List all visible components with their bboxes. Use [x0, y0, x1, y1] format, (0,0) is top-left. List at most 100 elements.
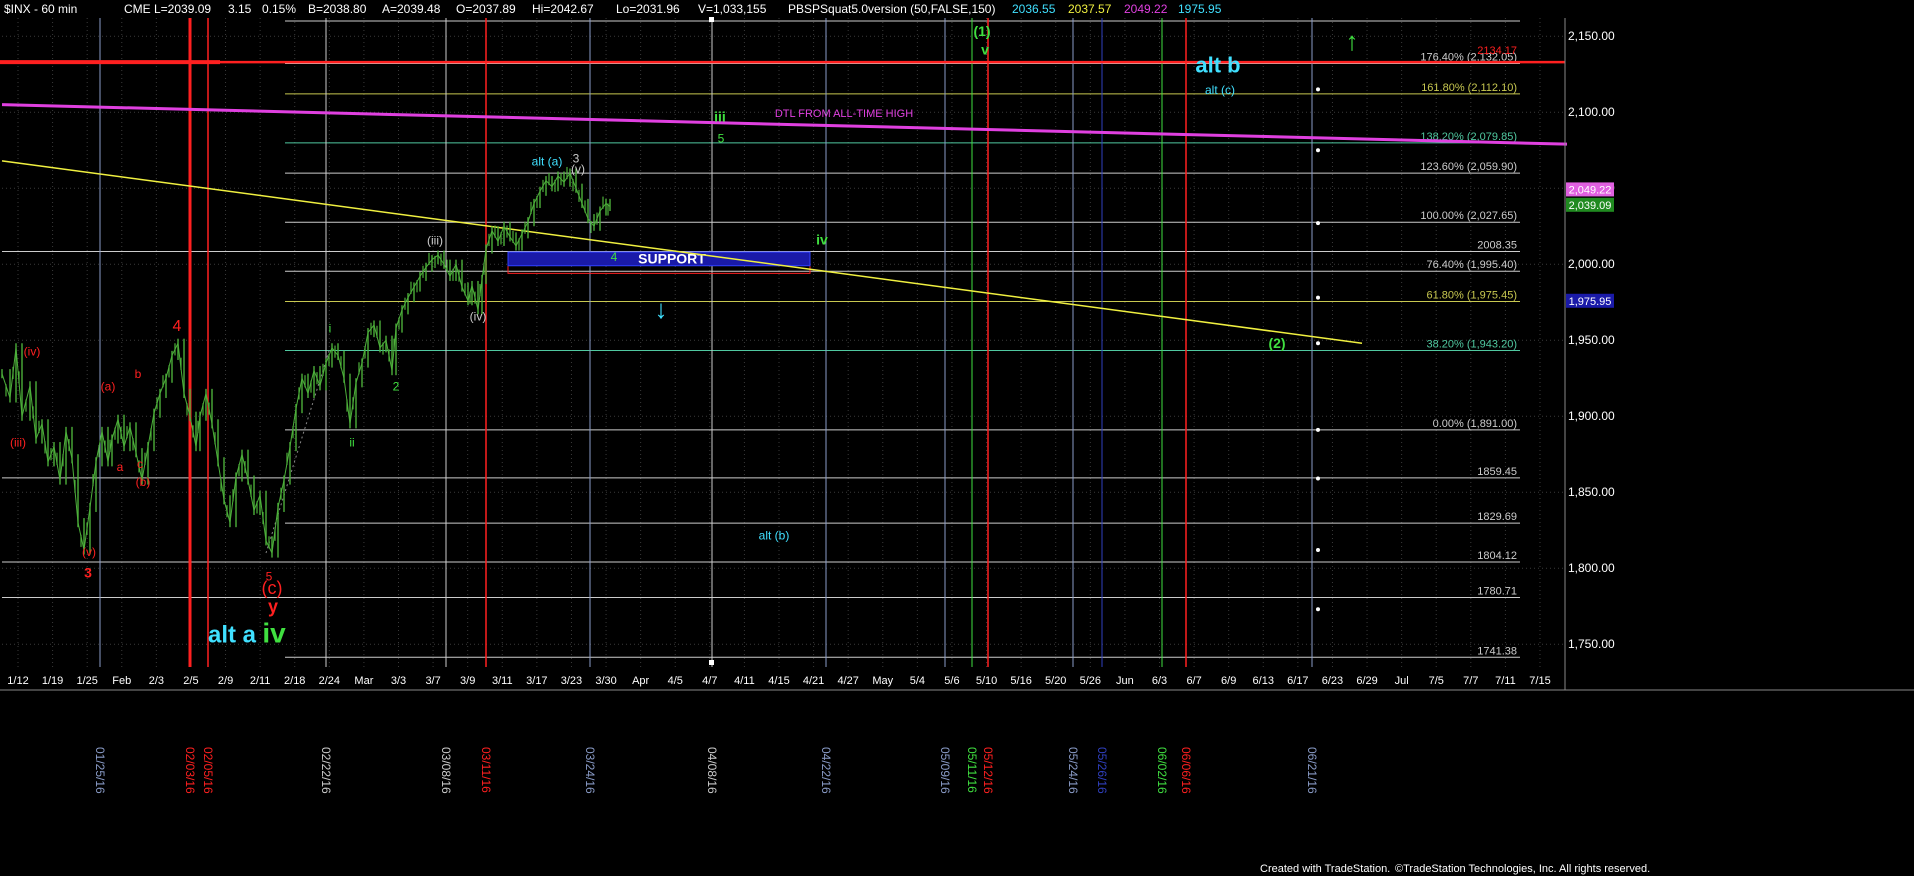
header-study-value-3: 2049.22	[1124, 2, 1168, 16]
x-tick-label: 6/23	[1322, 675, 1343, 687]
wave-label: alt (c)	[1205, 83, 1235, 97]
header-ask: A=2039.48	[382, 2, 441, 16]
wave-label: (iv)	[24, 344, 41, 358]
price-tag-label: 1,975.95	[1569, 296, 1612, 308]
chart-footer: Created with TradeStation. ©TradeStation…	[1260, 863, 1650, 875]
x-tick-label: 4/27	[837, 675, 858, 687]
x-tick-label: 3/7	[425, 675, 440, 687]
date-marker-label: 05/12/16	[981, 747, 995, 794]
fib-label: 1859.45	[1477, 466, 1517, 478]
fib-label: 1780.71	[1477, 586, 1517, 598]
wave-label: (iii)	[10, 436, 26, 450]
wave-label: (c)	[262, 578, 283, 598]
footer-copyright: ©TradeStation Technologies, Inc. All rig…	[1395, 863, 1650, 875]
date-marker-label: 05/26/16	[1095, 747, 1109, 794]
date-marker-label: 06/06/16	[1179, 747, 1193, 794]
price-tag-label: 2,049.22	[1569, 184, 1612, 196]
x-tick-label: 2/24	[319, 675, 340, 687]
wave-label: 4	[611, 250, 618, 264]
header-volume: V=1,033,155	[698, 2, 767, 16]
up-arrow-icon: ↑	[1346, 26, 1359, 56]
header-symbol: $INX - 60 min	[4, 2, 77, 16]
x-tick-label: 2/11	[250, 675, 271, 687]
wave-label: alt a	[208, 622, 257, 649]
x-tick-label: 2/9	[218, 675, 233, 687]
y-tick-label: 1,950.00	[1568, 333, 1615, 347]
study-dot	[1316, 341, 1320, 346]
fib-label: 2008.35	[1477, 240, 1517, 252]
x-tick-label: 4/15	[768, 675, 789, 687]
x-tick-label: 5/4	[910, 675, 925, 687]
fib-label: 1804.12	[1477, 550, 1517, 562]
wave-label: y	[268, 596, 278, 616]
date-marker-label: 01/25/16	[93, 747, 107, 794]
wave-label: 4	[173, 318, 182, 335]
x-tick-label: 2/5	[183, 675, 198, 687]
fib-label: 76.40% (1,995.40)	[1426, 259, 1517, 271]
wave-label: (v)	[82, 545, 96, 559]
header-high: Hi=2042.67	[532, 2, 594, 16]
x-tick-label: 7/7	[1463, 675, 1478, 687]
header-study-value-1: 2036.55	[1012, 2, 1056, 16]
y-tick-label: 1,750.00	[1568, 637, 1615, 651]
top-level-label: 2134.17	[1477, 45, 1517, 57]
y-tick-label: 1,900.00	[1568, 409, 1615, 423]
date-marker-label: 02/22/16	[319, 747, 333, 794]
x-tick-label: 1/19	[42, 675, 63, 687]
fib-label: 100.00% (2,027.65)	[1420, 210, 1517, 222]
x-tick-label: 4/21	[803, 675, 824, 687]
x-tick-label: 1/25	[76, 675, 97, 687]
header-pct: 0.15%	[262, 2, 296, 16]
header-open: O=2037.89	[456, 2, 516, 16]
header-bid: B=2038.80	[308, 2, 367, 16]
date-marker-label: 04/22/16	[819, 747, 833, 794]
y-tick-label: 1,850.00	[1568, 485, 1615, 499]
support-label: SUPPORT	[638, 250, 706, 266]
wave-label: 5	[718, 132, 725, 146]
y-tick-label: 2,100.00	[1568, 105, 1615, 119]
wave-label: (v)	[571, 162, 585, 176]
fib-label: 1829.69	[1477, 511, 1517, 523]
x-tick-label: Jul	[1395, 675, 1409, 687]
fib-label: 161.80% (2,112.10)	[1421, 82, 1517, 94]
date-marker-label: 02/05/16	[201, 747, 215, 794]
x-tick-label: 6/13	[1253, 675, 1274, 687]
x-tick-label: 5/26	[1080, 675, 1101, 687]
x-tick-label: Mar	[354, 675, 373, 687]
dtl-label: DTL FROM ALL-TIME HIGH	[775, 108, 913, 120]
date-marker-label: 03/11/16	[479, 747, 493, 793]
study-dot	[1316, 295, 1320, 300]
x-tick-label: 7/5	[1429, 675, 1444, 687]
y-tick-label: 2,150.00	[1568, 29, 1615, 43]
x-tick-label: 6/3	[1152, 675, 1167, 687]
header-last: L=2039.09	[154, 2, 211, 16]
x-tick-label: 5/20	[1045, 675, 1066, 687]
wave-label: 2	[393, 379, 400, 393]
wave-label: i	[329, 322, 332, 336]
x-tick-label: 2/3	[149, 675, 164, 687]
x-tick-label: 4/7	[702, 675, 717, 687]
wave-label: (1)	[973, 23, 990, 39]
x-tick-label: 4/5	[668, 675, 683, 687]
wave-label: (a)	[101, 379, 116, 393]
price-chart: $INX - 60 min CME L=2039.09 3.15 0.15% B…	[0, 0, 1914, 876]
wave-label: alt b	[1195, 53, 1240, 78]
price-tag-label: 2,039.09	[1569, 200, 1612, 212]
wave-label: iv	[262, 618, 286, 649]
x-tick-label: 6/17	[1287, 675, 1308, 687]
wave-label: a	[117, 460, 124, 474]
fib-label: 38.20% (1,943.20)	[1426, 339, 1517, 351]
x-tick-label: 6/29	[1356, 675, 1377, 687]
date-marker-label: 06/02/16	[1155, 747, 1169, 794]
x-tick-label: 1/12	[7, 675, 28, 687]
x-tick-label: 7/11	[1495, 675, 1516, 687]
x-tick-label: 3/9	[460, 675, 475, 687]
x-tick-label: 5/10	[976, 675, 997, 687]
wave-label: alt (a)	[532, 154, 563, 168]
x-tick-label: May	[872, 675, 893, 687]
date-marker-label: 05/09/16	[938, 747, 952, 794]
header-study-value-4: 1975.95	[1178, 2, 1222, 16]
x-tick-label: 5/6	[944, 675, 959, 687]
x-tick-label: 3/11	[492, 675, 513, 687]
wave-label: alt (b)	[759, 528, 790, 542]
